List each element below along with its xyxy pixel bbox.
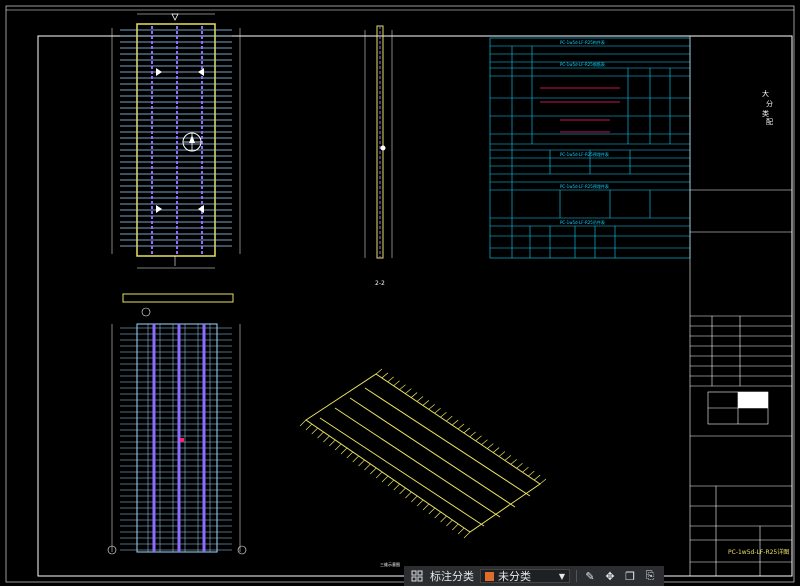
rebar-tick [364, 463, 371, 471]
rebar-tick [375, 368, 383, 375]
svg-text:配: 配 [766, 118, 773, 126]
section-side: 2-2 [364, 25, 393, 287]
table-header-1: PC-1w5d-LF-R25构件表 [560, 39, 605, 45]
svg-text:类: 类 [762, 109, 769, 118]
rebar-tick [510, 459, 517, 465]
rebar-tick [463, 427, 471, 434]
rebar-tick [329, 439, 336, 447]
rebar-tick [446, 415, 453, 422]
svg-text:分: 分 [766, 99, 773, 108]
schedule-tables [489, 37, 691, 259]
panel-elevation-bottom [107, 293, 247, 555]
rebar-tick [352, 455, 359, 463]
rebar-tick [323, 435, 330, 443]
annotation-toolbar: 标注分类 未分类 ▼ ✎ ✥ ❐ ⎘ [404, 566, 664, 586]
rebar-tick [475, 435, 482, 442]
iso-label: 三维示意图 [380, 561, 400, 567]
cad-canvas[interactable]: 2-2 PC-1w5d-LF-R25构件表 PC-1w5d-LF-R25钢筋表 … [0, 0, 800, 586]
category-swatch [485, 571, 494, 581]
rebar-tick [387, 376, 394, 383]
rebar-tick [428, 404, 435, 410]
rebar-tick [387, 479, 395, 487]
rebar-tick [375, 471, 383, 479]
rebar-tick [498, 451, 506, 457]
rebar-tick [381, 475, 389, 483]
rebar-tick [463, 531, 471, 539]
toolbar-divider [576, 570, 577, 582]
rebar-tick [317, 431, 324, 439]
rebar-tick [504, 455, 512, 461]
rebar-tick [370, 467, 377, 475]
chevron-down-icon: ▼ [558, 571, 565, 581]
table-header-4: PC-1w5d-LF-R25预埋件表 [560, 183, 609, 189]
rebar-tick [334, 443, 342, 451]
rebar-tick [416, 396, 424, 402]
rebar-tick [416, 499, 424, 507]
move-icon[interactable]: ✥ [603, 569, 617, 583]
rebar-tick [399, 384, 406, 390]
rebar-tick [528, 470, 535, 477]
rebar-tick [393, 483, 400, 491]
rebar-tick [340, 447, 348, 455]
rebar-tick [422, 503, 430, 511]
rebar-tick [451, 419, 459, 426]
rebar-tick [434, 511, 441, 519]
rebar-tick [405, 491, 412, 499]
rebar-tick [299, 419, 307, 427]
rebar-tick [492, 447, 500, 453]
drawing-name: PC-1w5d-LF-R25详图 [728, 548, 789, 556]
table-header-2: PC-1w5d-LF-R25钢筋表 [560, 61, 605, 67]
rebar-tick [305, 423, 313, 431]
edit-icon[interactable]: ✎ [583, 569, 597, 583]
annotate-label: 标注分类 [430, 570, 474, 583]
rebar-tick [428, 507, 436, 515]
rebar-tick [440, 411, 447, 418]
rebar-tick [487, 443, 494, 449]
rebar-tick [533, 474, 541, 481]
rebar-tick [539, 478, 547, 485]
section-label: 2-2 [375, 280, 385, 287]
copy-icon[interactable]: ❐ [623, 569, 637, 583]
grid-icon[interactable] [410, 569, 424, 583]
category-select[interactable]: 未分类 ▼ [480, 569, 570, 583]
rebar-tick [399, 487, 406, 495]
rebar-tick [457, 423, 465, 430]
rebar-tick [469, 431, 476, 438]
rebar-tick [440, 515, 447, 523]
project-title: 大 [762, 89, 769, 98]
rebar-tick [358, 459, 365, 467]
rebar-tick [434, 408, 441, 414]
rebar-tick [405, 388, 412, 394]
title-block [689, 36, 792, 576]
table-header-5: PC-1w5d-LF-R25吊件表 [560, 219, 605, 225]
paste-icon[interactable]: ⎘ [643, 569, 657, 583]
category-value: 未分类 [498, 570, 531, 583]
rebar-tick [452, 523, 459, 531]
rebar-tick [311, 427, 318, 435]
rebar-tick [422, 400, 430, 406]
isometric-view [305, 373, 541, 533]
table-header-3: PC-1w5d-LF-R25预埋件表 [560, 151, 609, 157]
rebar-tick [381, 372, 389, 379]
rebar-tick [446, 519, 453, 527]
rebar-tick [411, 495, 418, 503]
rebar-tick [522, 466, 529, 473]
rebar-tick [410, 392, 418, 398]
panel-plan-top [111, 13, 241, 269]
rebar-tick [516, 463, 523, 469]
rebar-tick [481, 439, 488, 445]
rebar-tick [393, 380, 400, 387]
rebar-tick [457, 527, 465, 535]
rebar-tick [346, 451, 354, 459]
